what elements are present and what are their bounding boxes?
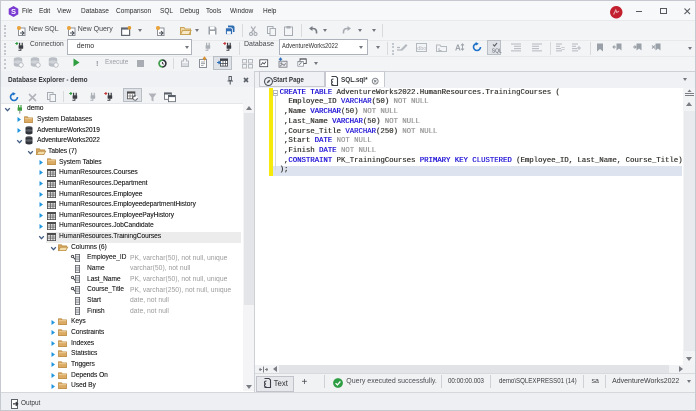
svg-text:=: = (561, 46, 565, 53)
svg-text:dbo: dbo (417, 46, 426, 52)
svg-text:S: S (11, 7, 16, 16)
svg-text:A: A (455, 44, 461, 53)
svg-text:SQL: SQL (491, 48, 501, 54)
